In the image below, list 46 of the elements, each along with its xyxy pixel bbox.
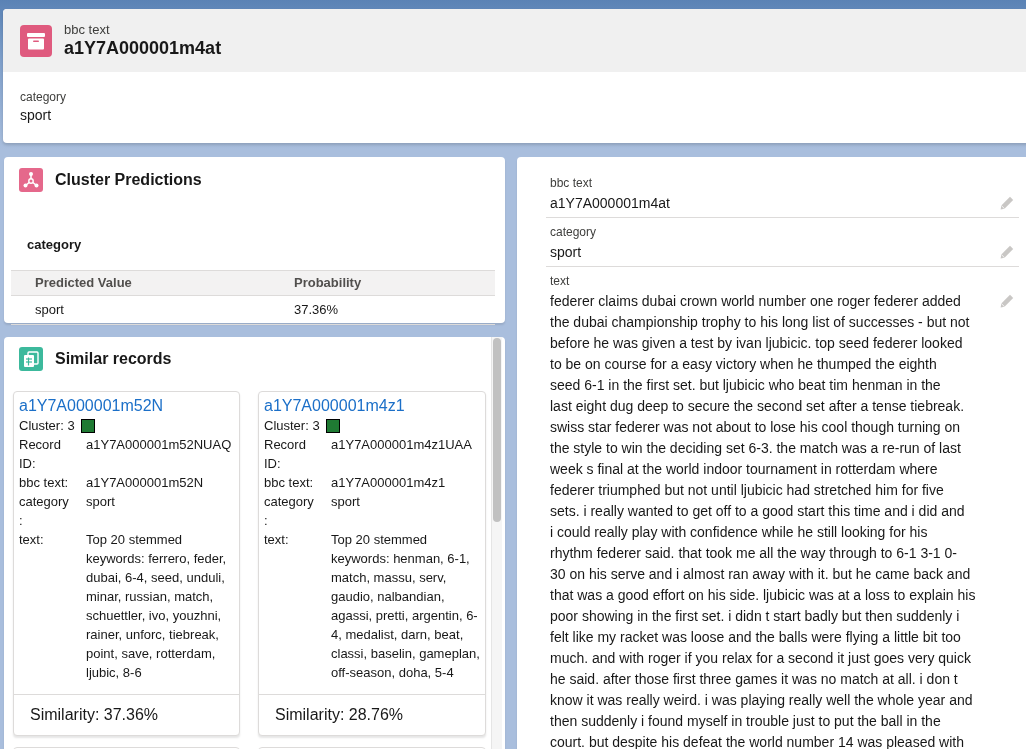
similarity-text: Similarity: 28.76% — [275, 705, 404, 725]
cluster-label: Cluster: 3 — [264, 417, 320, 435]
field-value: a1Y7A000001m52N — [86, 474, 205, 492]
field-label: text: — [19, 531, 45, 549]
field-value: a1Y7A000001m4at — [550, 194, 670, 213]
table-cell-text: sport — [35, 301, 65, 320]
field-value: a1Y7A000001m52NUAQ — [86, 436, 233, 454]
field-value: Top 20 stemmed keywords: henman, 6-1, match, massu, serv, gaudio, nalbandian, agassi, pretti, argentin, 6- 4, medalist, darn, beat, classi, baselin, gameplan, off-season, doha, 5-4 — [331, 531, 481, 682]
field-label: bbc text: — [264, 474, 315, 492]
field-label: category — [20, 90, 67, 104]
pencil-icon[interactable] — [1000, 196, 1014, 210]
cluster-label: Cluster: 3 — [19, 417, 75, 435]
scrollbar-thumb[interactable] — [493, 338, 501, 522]
table-cell-text: 37.36% — [294, 301, 340, 320]
archive-box-icon — [20, 24, 52, 57]
pencil-icon[interactable] — [1000, 294, 1014, 308]
record-link[interactable]: a1Y7A000001m4z1 — [264, 396, 483, 416]
stacked-documents-icon — [19, 347, 43, 371]
column-header: Predicted Value — [35, 274, 133, 293]
field-label: category: — [264, 493, 315, 530]
article-text: federer claims dubai crown world number one roger federer added the dubai championship trophy to his long list of successes - but not before he was given a test by ivan ljubicic. top seed federer looked to be on course for a easy victory when he thumped the eighth seed 6-1 in the first set. but ljubicic who beat tim henman in the last eight dug deep to secure the second set after a tense tiebreak. swiss star federer was not about to lose his cool though turning on the style to win the deciding set 6-3. the match was a re-run of last week s final at the world indoor tournament in rotterdam where federer triumphed but not until ljubicic had stretched him for five sets. i really wanted to get off to a good start this time and i did and i could really play with confidence while he still looking for his rhythm federer said. that took me all the way through to 6-1 3-1 0- 30 on his serve and i almost ran away with it. but he came back and that was a good effort on his side. ljubicic was at a loss to explain his poor showing in the first set. i didn t start badly but then suddenly i felt like my racket was loose and the balls were flying a little bit too much. and with roger if you relax for a second it just goes very quick he said. after those first three games it was no match at all. i don t know it was really weird. i was playing really well the whole year and then suddenly i found myself in trouble just to put the ball in the court. but despite his defeat the world number 14 was pleased with — [550, 292, 976, 749]
field-value: sport — [331, 493, 361, 511]
field-label: bbc text — [550, 175, 594, 191]
card-title: Cluster Predictions — [55, 170, 202, 190]
field-value: sport — [20, 106, 53, 125]
field-label: category: — [19, 493, 70, 530]
similarity-text: Similarity: 37.36% — [30, 705, 159, 725]
field-label: bbc text: — [19, 474, 70, 492]
pencil-icon[interactable] — [1000, 245, 1014, 259]
record-title: a1Y7A000001m4at — [64, 37, 222, 59]
field-label: category — [550, 224, 598, 240]
section-heading: category — [27, 237, 82, 252]
field-label: text — [550, 273, 571, 289]
node-graph-icon — [19, 168, 43, 192]
card-title: Similar records — [55, 349, 172, 369]
field-value: a1Y7A000001m4z1 — [331, 474, 447, 492]
field-label: text: — [264, 531, 290, 549]
object-label: bbc text — [64, 22, 111, 37]
record-link[interactable]: a1Y7A000001m52N — [19, 396, 237, 416]
field-value: sport — [550, 243, 582, 262]
field-value: Top 20 stemmed keywords: ferrero, feder, dubai, 6-4, seed, unduli, minar, russian, match, schuettler, ivo, youzhni, rainer, unforc, tiebreak, point, save, rotterdam, ljubic, 8-6 — [86, 531, 228, 682]
field-value: sport — [86, 493, 116, 511]
field-value: a1Y7A000001m4z1UAA — [331, 436, 473, 454]
field-label: Record ID: — [264, 436, 307, 473]
field-label: Record ID: — [19, 436, 62, 473]
column-header: Probability — [294, 274, 363, 293]
